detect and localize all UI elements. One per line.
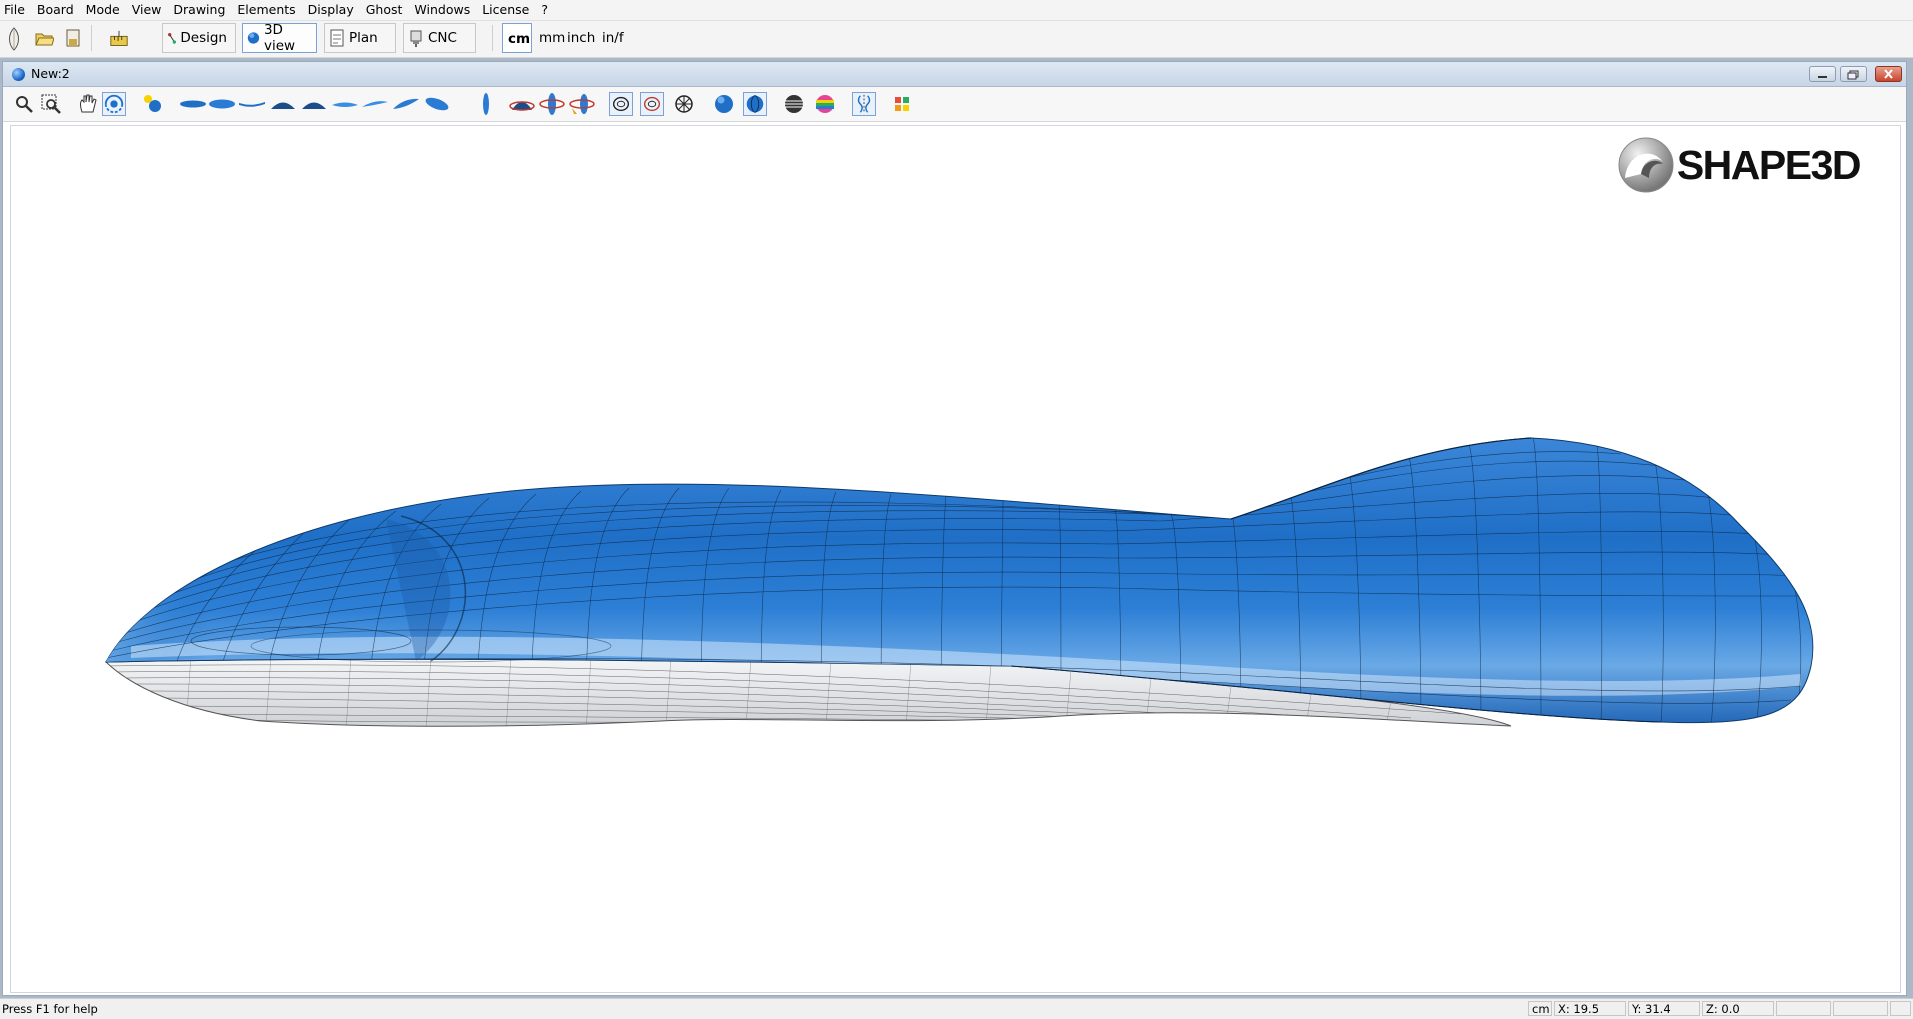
workspace: New:2 SHAPE3D — [0, 58, 1913, 998]
status-panel-3 — [1890, 1001, 1911, 1016]
plan-mode-label: Plan — [349, 30, 378, 46]
outline-view-icon[interactable] — [640, 92, 664, 116]
document-window: New:2 SHAPE3D — [2, 61, 1907, 996]
bottom-view-icon[interactable] — [179, 92, 207, 116]
status-bar: Press F1 for help cm X: 19.5 Y: 31.4 Z: … — [0, 998, 1913, 1019]
menu-file[interactable]: File — [0, 0, 31, 20]
rotate-view-icon[interactable] — [102, 92, 126, 116]
symmetry-icon[interactable] — [852, 92, 876, 116]
menu-ghost[interactable]: Ghost — [360, 0, 409, 20]
rotate-y-icon[interactable] — [538, 92, 566, 116]
unit-cm-button[interactable]: cm — [502, 23, 532, 53]
menu-license[interactable]: License — [476, 0, 535, 20]
close-button[interactable] — [1875, 66, 1902, 82]
menu-elements[interactable]: Elements — [231, 0, 301, 20]
menu-bar: File Board Mode View Drawing Elements Di… — [0, 0, 1913, 21]
globe-icon — [247, 32, 260, 44]
menu-view[interactable]: View — [126, 0, 168, 20]
mesh-view-icon[interactable] — [672, 92, 696, 116]
side-view-icon[interactable] — [238, 92, 266, 116]
document-title: New:2 — [31, 66, 70, 81]
restore-icon — [1847, 70, 1859, 80]
menu-display[interactable]: Display — [302, 0, 360, 20]
menu-mode[interactable]: Mode — [80, 0, 126, 20]
perspective-4-icon[interactable] — [423, 92, 451, 116]
color-map-sphere-icon[interactable] — [813, 92, 837, 116]
plan-mode-button[interactable]: Plan — [324, 23, 396, 53]
3d-viewport[interactable]: SHAPE3D — [10, 125, 1901, 993]
zoom-window-icon[interactable] — [39, 92, 63, 116]
new-board-icon[interactable] — [4, 26, 24, 52]
light-icon[interactable] — [141, 92, 165, 116]
view-toolbar — [3, 87, 1906, 122]
unit-inch-feet-button[interactable]: in/f — [597, 23, 629, 53]
board-3d-model — [104, 437, 1814, 727]
top-view-icon[interactable] — [208, 92, 236, 116]
unit-inch-button[interactable]: inch — [562, 23, 600, 53]
status-x-coordinate: X: 19.5 — [1554, 1001, 1626, 1016]
vertical-view-icon[interactable] — [474, 92, 498, 116]
restore-button[interactable] — [1840, 66, 1867, 82]
menu-windows[interactable]: Windows — [408, 0, 476, 20]
shaded-lines-sphere-icon[interactable] — [743, 92, 767, 116]
3d-view-mode-button[interactable]: 3D view — [242, 22, 317, 54]
status-help-text: Press F1 for help — [2, 1002, 98, 1016]
design-mode-button[interactable]: Design — [162, 23, 236, 53]
pan-hand-icon[interactable] — [76, 92, 100, 116]
design-mode-label: Design — [180, 30, 227, 46]
cnc-mode-button[interactable]: CNC — [403, 23, 476, 53]
status-z-coordinate: Z: 0.0 — [1702, 1001, 1774, 1016]
document-icon — [12, 68, 25, 81]
plan-sheet-icon — [330, 29, 344, 47]
minimize-button[interactable] — [1809, 66, 1836, 82]
menu-help[interactable]: ? — [535, 0, 554, 20]
wireframe-view-icon[interactable] — [609, 92, 633, 116]
menu-drawing[interactable]: Drawing — [167, 0, 231, 20]
perspective-1-icon[interactable] — [331, 92, 359, 116]
status-y-coordinate: Y: 31.4 — [1628, 1001, 1700, 1016]
striped-sphere-icon[interactable] — [782, 92, 806, 116]
menu-board[interactable]: Board — [31, 0, 80, 20]
main-toolbar: Design 3D view Plan CNC cm mm inch in/f — [0, 21, 1913, 58]
shaded-sphere-icon[interactable] — [712, 92, 736, 116]
open-folder-icon[interactable] — [34, 28, 54, 48]
status-panel-2 — [1833, 1001, 1888, 1016]
perspective-2-icon[interactable] — [361, 92, 389, 116]
status-unit: cm — [1528, 1001, 1552, 1016]
document-title-bar[interactable]: New:2 — [3, 62, 1906, 87]
rotate-x-icon[interactable] — [508, 92, 536, 116]
save-icon[interactable] — [63, 28, 83, 48]
ruler-icon[interactable] — [109, 30, 129, 50]
zoom-icon[interactable] — [12, 92, 36, 116]
back-view-icon[interactable] — [300, 92, 328, 116]
3d-view-mode-label: 3D view — [263, 22, 296, 54]
cnc-mode-label: CNC — [428, 30, 457, 46]
front-view-icon[interactable] — [269, 92, 297, 116]
close-icon — [1884, 69, 1893, 79]
status-panel-1 — [1776, 1001, 1831, 1016]
minimize-icon — [1818, 76, 1827, 78]
color-palette-icon[interactable] — [890, 92, 914, 116]
rotate-z-icon[interactable] — [568, 92, 596, 116]
perspective-3-icon[interactable] — [392, 92, 420, 116]
design-icon — [168, 32, 177, 44]
cnc-machine-icon — [410, 30, 422, 47]
